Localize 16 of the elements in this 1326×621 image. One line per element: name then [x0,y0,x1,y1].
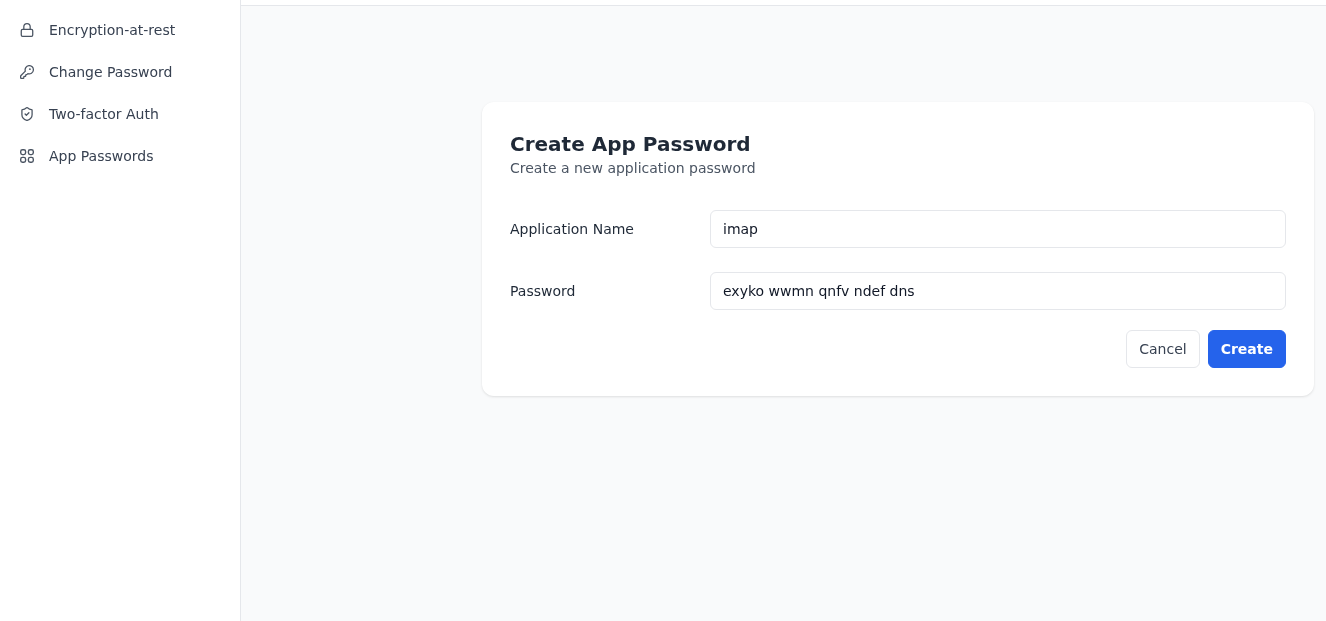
field-label: Application Name [510,221,635,237]
sidebar-item[interactable]: Two-factor Auth [0,93,240,135]
card-title: Create App Password [510,131,752,158]
sidebar-item[interactable]: App Passwords [0,135,240,177]
card-subtitle: Create a new application password [510,159,757,178]
create-button[interactable]: Create [1207,330,1286,368]
text-field[interactable]: imap [710,210,1286,248]
sidebar-item[interactable]: Encryption-at-rest [0,9,240,51]
field-label: Password [510,283,577,299]
key-icon [20,65,34,79]
sidebar-item[interactable]: Change Password [0,51,240,93]
cancel-button[interactable]: Cancel [1126,330,1200,368]
grid-icon [20,149,34,163]
shield-check-icon [20,107,34,121]
lock-icon [20,23,34,37]
text-field[interactable]: exyko wwmn qnfv ndef dns [710,272,1286,310]
